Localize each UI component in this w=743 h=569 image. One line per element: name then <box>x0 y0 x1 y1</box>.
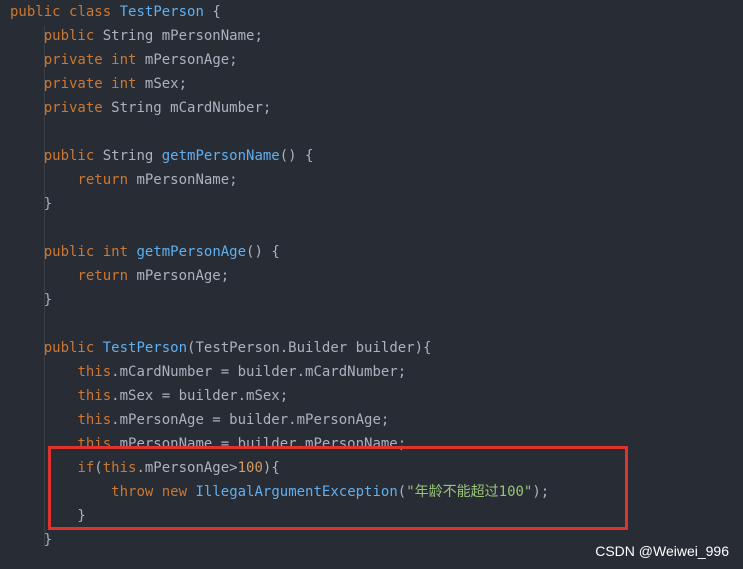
code-token: mPersonAge; <box>128 268 230 284</box>
code-line: private int mSex; <box>10 72 187 96</box>
code-token: getmPersonAge <box>136 244 247 260</box>
code-line: public int getmPersonAge() { <box>10 240 280 264</box>
code-token: public <box>43 148 95 164</box>
code-token: .mPersonAge = builder.mPersonAge; <box>111 412 390 428</box>
code-line: private String mCardNumber; <box>10 96 272 120</box>
code-token: public <box>43 28 95 44</box>
code-line: } <box>10 288 52 312</box>
code-token: mPersonName; <box>128 172 238 188</box>
code-token: (TestPerson.Builder builder){ <box>187 340 432 356</box>
code-line: } <box>10 528 52 552</box>
code-token: () { <box>279 148 314 164</box>
code-token: int <box>102 244 129 260</box>
watermark: CSDN @Weiwei_996 <box>595 543 729 559</box>
code-line: private int mPersonAge; <box>10 48 238 72</box>
code-editor[interactable]: public class TestPerson { public String … <box>0 0 743 569</box>
code-token: return <box>77 268 129 284</box>
code-token: String mCardNumber; <box>102 100 272 116</box>
code-line: return mPersonAge; <box>10 264 229 288</box>
code-token: mPersonAge; <box>136 52 238 68</box>
code-token: .mCardNumber = builder.mCardNumber; <box>111 364 407 380</box>
code-line: public class TestPerson { <box>10 0 221 24</box>
code-token: TestPerson <box>102 340 188 356</box>
code-token: String <box>94 148 162 164</box>
code-token: public <box>10 4 61 20</box>
code-token: this <box>77 412 112 428</box>
code-line: public String getmPersonName() { <box>10 144 314 168</box>
code-token: { <box>203 4 221 20</box>
code-line: this.mSex = builder.mSex; <box>10 384 288 408</box>
code-token: () { <box>246 244 280 260</box>
code-token: return <box>77 172 129 188</box>
code-line: public String mPersonName; <box>10 24 263 48</box>
code-token: private <box>43 52 103 68</box>
code-token: private <box>43 100 103 116</box>
code-token: } <box>10 196 53 212</box>
code-token: class <box>69 4 112 20</box>
code-token: TestPerson <box>119 4 204 20</box>
code-token: String mPersonName; <box>94 28 263 44</box>
code-token: private <box>43 76 103 92</box>
code-token: public <box>43 244 95 260</box>
code-token: this <box>77 388 112 404</box>
code-token: getmPersonName <box>161 148 280 164</box>
code-line: this.mPersonAge = builder.mPersonAge; <box>10 408 389 432</box>
code-token: .mSex = builder.mSex; <box>111 388 289 404</box>
code-token: this <box>77 364 112 380</box>
code-token: public <box>43 340 95 356</box>
highlight-box <box>48 446 628 530</box>
code-line: } <box>10 192 52 216</box>
code-token: } <box>10 532 53 548</box>
code-token: int <box>111 52 137 68</box>
code-token: int <box>111 76 137 92</box>
code-token: } <box>10 292 53 308</box>
code-token: mSex; <box>136 76 188 92</box>
code-line: return mPersonName; <box>10 168 238 192</box>
code-line: public TestPerson(TestPerson.Builder bui… <box>10 336 432 360</box>
code-line: this.mCardNumber = builder.mCardNumber; <box>10 360 406 384</box>
